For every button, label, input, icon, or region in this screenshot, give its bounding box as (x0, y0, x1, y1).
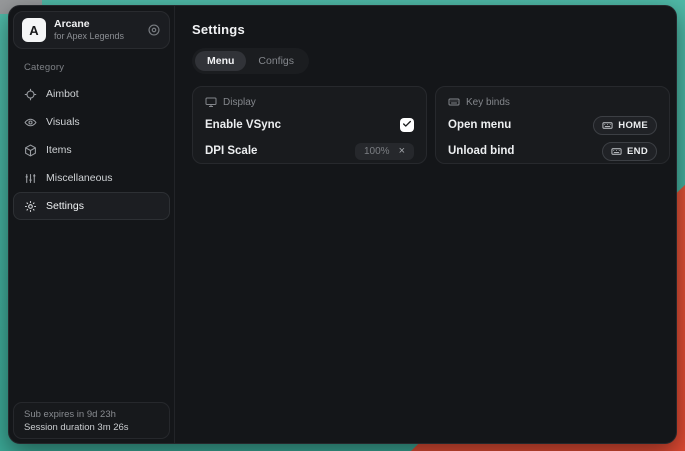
sidebar-item-label: Aimbot (46, 88, 79, 100)
open-menu-label: Open menu (448, 119, 511, 131)
tab-menu[interactable]: Menu (195, 51, 246, 71)
app-name: Arcane (54, 18, 139, 31)
page-title: Settings (192, 22, 670, 37)
sidebar-item-label: Settings (46, 200, 84, 212)
unload-bind-keybind-button[interactable]: END (602, 142, 657, 161)
subscription-info-card: Sub expires in 9d 23h Session duration 3… (13, 402, 170, 439)
sidebar-nav: Aimbot Visuals Items (13, 80, 170, 220)
open-menu-keybind-button[interactable]: HOME (593, 116, 657, 135)
dpi-row: DPI Scale 100% × (205, 142, 414, 160)
keybind-value: END (627, 146, 648, 157)
tab-bar: Menu Configs (192, 48, 309, 74)
sidebar-item-label: Miscellaneous (46, 172, 113, 184)
session-duration-text: Session duration 3m 26s (24, 422, 159, 433)
keybinds-card-title: Key binds (466, 97, 510, 108)
category-label: Category (24, 62, 170, 73)
app-logo: A (22, 18, 46, 42)
sidebar-item-visuals[interactable]: Visuals (13, 108, 170, 136)
keybinds-card: Key binds Open menu HOME Unload bind (435, 86, 670, 164)
vsync-row: Enable VSync (205, 116, 414, 134)
cube-icon (24, 144, 37, 157)
check-icon (402, 116, 412, 134)
sidebar-item-label: Visuals (46, 116, 80, 128)
open-menu-row: Open menu HOME (448, 116, 657, 134)
main-content: Settings Menu Configs Display Enable VSy… (175, 6, 677, 443)
unload-bind-row: Unload bind END (448, 142, 657, 160)
sliders-icon (24, 172, 37, 185)
app-window: A Arcane for Apex Legends Category Aimbo… (8, 5, 677, 444)
settings-cards: Display Enable VSync DPI Scale (192, 86, 670, 164)
app-subtitle: for Apex Legends (54, 31, 139, 42)
crosshair-icon (24, 88, 37, 101)
keyboard-icon (448, 96, 460, 108)
display-card-header: Display (205, 96, 414, 108)
monitor-icon (205, 96, 217, 108)
brand-text: Arcane for Apex Legends (54, 18, 139, 42)
keybinds-card-header: Key binds (448, 96, 657, 108)
display-card-title: Display (223, 97, 256, 108)
sidebar-item-settings[interactable]: Settings (13, 192, 170, 220)
eye-icon (24, 116, 37, 129)
keyboard-icon (611, 146, 622, 157)
clear-icon[interactable]: × (399, 146, 405, 156)
keyboard-icon (602, 120, 613, 131)
sidebar-item-aimbot[interactable]: Aimbot (13, 80, 170, 108)
sidebar-item-miscellaneous[interactable]: Miscellaneous (13, 164, 170, 192)
sidebar: A Arcane for Apex Legends Category Aimbo… (9, 6, 175, 443)
sidebar-item-items[interactable]: Items (13, 136, 170, 164)
keybind-value: HOME (618, 120, 648, 131)
brand-card: A Arcane for Apex Legends (13, 11, 170, 49)
dpi-scale-input[interactable]: 100% × (355, 143, 414, 160)
emblem-icon[interactable] (147, 23, 161, 37)
tab-configs[interactable]: Configs (246, 51, 306, 71)
dpi-scale-value: 100% (364, 146, 390, 157)
unload-bind-label: Unload bind (448, 145, 514, 157)
dpi-label: DPI Scale (205, 145, 257, 157)
sub-expires-text: Sub expires in 9d 23h (24, 409, 159, 420)
display-card: Display Enable VSync DPI Scale (192, 86, 427, 164)
sidebar-item-label: Items (46, 144, 72, 156)
vsync-label: Enable VSync (205, 119, 281, 131)
vsync-checkbox[interactable] (400, 118, 414, 132)
gear-icon (24, 200, 37, 213)
